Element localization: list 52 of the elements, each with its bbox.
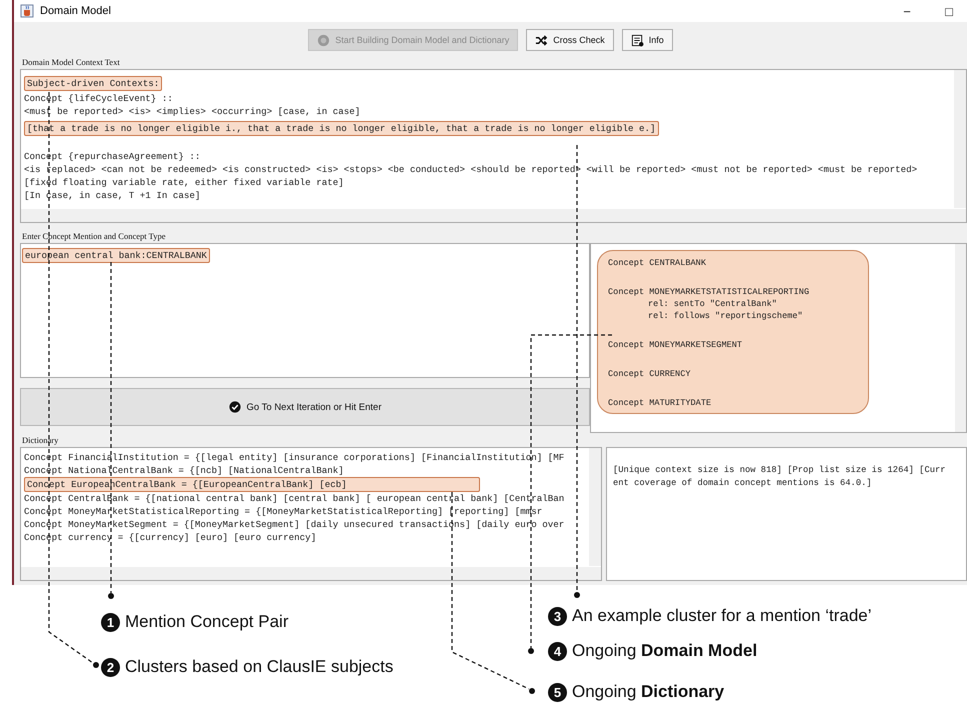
shuffle-icon bbox=[535, 34, 548, 46]
context-line: <must be reported> <is> <implies> <occurring> [case, in case] bbox=[24, 105, 362, 118]
vertical-scrollbar[interactable] bbox=[955, 244, 966, 432]
number-badge: 3 bbox=[548, 606, 567, 626]
context-line: Concept {repurchaseAgreement} :: bbox=[24, 150, 202, 163]
annotation-label: Ongoing Domain Model bbox=[572, 641, 758, 661]
dictionary-line: Concept NationalCentralBank = {[ncb] [NationalCentralBank] bbox=[24, 464, 345, 477]
toolbar-button[interactable]: Info bbox=[622, 29, 673, 51]
number-badge: 5 bbox=[548, 682, 567, 702]
concept-line: Concept MONEYMARKETSTATISTICALREPORTING bbox=[608, 286, 810, 298]
concept-line: Concept CENTRALBANK bbox=[608, 257, 707, 269]
annotation-label: Mention Concept Pair bbox=[125, 612, 288, 632]
context-line: [fixed floating variable rate, either fixed variable rate] bbox=[24, 176, 345, 189]
section-label: Dictionary bbox=[21, 434, 60, 447]
window-control[interactable]: □ bbox=[931, 4, 967, 18]
number-badge: 1 bbox=[101, 612, 120, 632]
window-title: Domain Model bbox=[40, 5, 111, 17]
number-badge: 2 bbox=[101, 658, 120, 676]
document-icon bbox=[630, 34, 644, 46]
vertical-scrollbar[interactable] bbox=[954, 70, 966, 208]
dictionary-line: Concept MoneyMarketStatisticalReporting = {[MoneyMarketStatisticalReporting] [reporting] [mmsr bbox=[24, 505, 544, 518]
horizontal-scrollbar[interactable] bbox=[21, 209, 966, 222]
dictionary-line: Concept MoneyMarketSegment = {[MoneyMarketSegment] [daily unsecured transactions] [daily euro over bbox=[24, 518, 566, 531]
dictionary-line: Concept CentralBank = {[national central bank] [central bank] [ european central bank] [CentralBan bbox=[24, 492, 566, 505]
status-line: [Unique context size is now 818] [Prop list size is 1264] [Curr bbox=[613, 464, 947, 477]
annotation-label: Ongoing Dictionary bbox=[572, 682, 724, 702]
concept-line: Concept CURRENCY bbox=[608, 368, 692, 380]
context-line: Concept {lifeCycleEvent} :: bbox=[24, 92, 174, 105]
context-line: <is replaced> <can not be redeemed> <is constructed> <is> <stops> <be conducted> <should be reported> <will be reported> <must not be reported> <must be reported> bbox=[24, 163, 918, 176]
app-icon bbox=[20, 4, 34, 18]
concept-line: Concept MATURITYDATE bbox=[608, 397, 712, 409]
relation-line: rel: follows "reportingscheme" bbox=[647, 310, 804, 322]
horizontal-scrollbar[interactable] bbox=[21, 567, 601, 580]
relation-line: rel: sentTo "CentralBank" bbox=[647, 298, 778, 310]
vertical-scrollbar[interactable] bbox=[589, 448, 601, 566]
annotation-label: Clusters based on ClausIE subjects bbox=[125, 657, 394, 677]
dictionary-line: Concept FinancialInstitution = {[legal entity] [insurance corporations] [FinancialInstitution] [MF bbox=[24, 451, 566, 464]
window-control[interactable]: − bbox=[889, 4, 925, 18]
context-line: [In case, in case, T +1 In case] bbox=[24, 189, 202, 202]
section-label: Enter Concept Mention and Concept Type bbox=[21, 230, 166, 243]
annotation-label: An example cluster for a mention ‘trade’ bbox=[572, 606, 872, 626]
concept-line: Concept MONEYMARKETSEGMENT bbox=[608, 339, 744, 351]
mention-input[interactable]: european central bank:CENTRALBANK bbox=[20, 243, 590, 378]
toolbar-button[interactable]: Cross Check bbox=[526, 29, 614, 51]
next-iteration-button[interactable]: Go To Next Iteration or Hit Enter bbox=[20, 388, 590, 426]
number-badge: 4 bbox=[548, 642, 567, 660]
check-icon bbox=[228, 401, 240, 413]
section-label: Domain Model Context Text bbox=[21, 56, 121, 69]
gear-icon bbox=[317, 34, 330, 46]
mention-text: european central bank:CENTRALBANK bbox=[22, 248, 210, 263]
status-line: ent coverage of domain concept mentions is 64.0.] bbox=[613, 477, 873, 490]
dictionary-line: Concept currency = {[currency] [euro] [euro currency] bbox=[24, 531, 318, 544]
